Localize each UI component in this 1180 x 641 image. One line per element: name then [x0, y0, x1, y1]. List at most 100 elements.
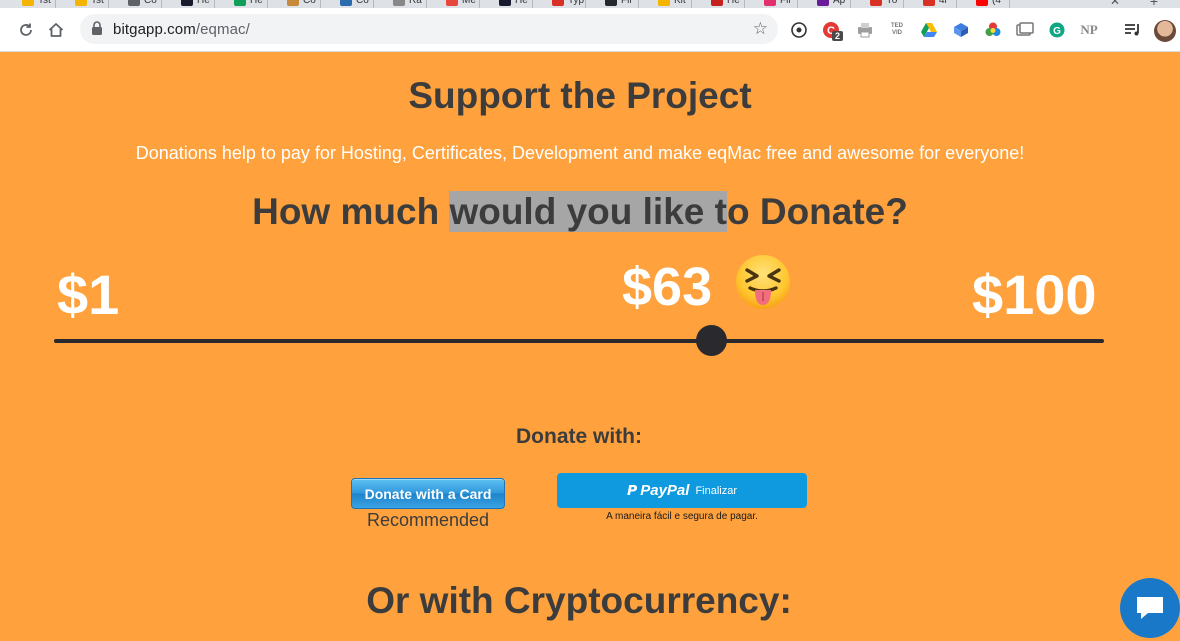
slider-current-amount: $63 — [622, 257, 713, 317]
tab-favicon — [923, 0, 935, 6]
tab-favicon — [393, 0, 405, 6]
home-button[interactable] — [46, 20, 66, 40]
extension-badge: 2 — [832, 31, 844, 41]
address-bar[interactable]: bitgapp.com/eqmac/ ☆ — [80, 14, 778, 44]
tab-title: Tst — [91, 0, 104, 6]
tab-favicon — [976, 0, 988, 6]
tab-title: Ap — [833, 0, 846, 6]
paypal-p-icon: 𝙋 — [626, 482, 638, 498]
reload-button[interactable] — [16, 20, 36, 40]
tab-title: Kit — [674, 0, 686, 6]
donation-slider-track[interactable] — [54, 339, 1104, 343]
dropbox-extension-icon[interactable] — [952, 21, 970, 39]
browser-tab[interactable]: Fil — [758, 0, 798, 8]
adblock-extension-icon[interactable]: C 2 — [822, 21, 844, 41]
tab-favicon — [499, 0, 511, 6]
home-icon — [48, 23, 64, 37]
np-extension-icon[interactable]: NP — [1078, 21, 1100, 39]
browser-tab[interactable]: Fil — [599, 0, 639, 8]
tab-title: He — [515, 0, 528, 6]
question-text-selected: would you like t — [449, 191, 727, 232]
browser-toolbar: bitgapp.com/eqmac/ ☆ C 2 TED VID G NP — [0, 8, 1180, 52]
tab-title: He — [197, 0, 210, 6]
print-extension-icon[interactable] — [856, 21, 874, 39]
paypal-logo: 𝙋 PayPal — [627, 482, 689, 499]
tab-favicon — [128, 0, 140, 6]
paypal-action-text: Finalizar — [695, 484, 738, 497]
browser-tab[interactable]: Tst — [16, 0, 56, 8]
donation-slider-thumb[interactable] — [696, 325, 728, 356]
browser-tab[interactable]: He — [705, 0, 745, 8]
record-extension-icon[interactable] — [790, 21, 808, 39]
browser-tab[interactable]: Me — [440, 0, 480, 8]
drive-extension-icon[interactable] — [920, 21, 938, 39]
browser-tab[interactable]: Co — [281, 0, 321, 8]
tab-strip: ✕ + Tst Tst Co He He Co Co Ra Me He Typ Fil Kit He Fil… — [0, 0, 1180, 8]
slider-min-label: $1 — [57, 263, 120, 326]
tab-title: Co — [356, 0, 369, 6]
color-picker-extension-icon[interactable] — [984, 21, 1002, 39]
grammarly-extension-icon[interactable]: G — [1048, 21, 1066, 39]
tab-title: Ra — [409, 0, 422, 6]
tab-title: Typ — [568, 0, 585, 6]
url-host: bitgapp.com — [113, 21, 196, 38]
tab-favicon — [658, 0, 670, 6]
window-extension-icon[interactable] — [1016, 21, 1034, 39]
browser-tab[interactable]: Tst — [69, 0, 109, 8]
tab-title: Fil — [780, 0, 791, 6]
tab-favicon — [552, 0, 564, 6]
tab-title: He — [727, 0, 740, 6]
tab-favicon — [22, 0, 34, 6]
browser-tab[interactable]: Typ — [546, 0, 586, 8]
lock-icon — [91, 21, 103, 41]
tab-favicon — [870, 0, 882, 6]
chat-bubble-icon — [1137, 597, 1163, 619]
tab-title: Tst — [38, 0, 51, 6]
bookmark-star-icon[interactable]: ☆ — [753, 19, 768, 39]
tab-favicon — [181, 0, 193, 6]
tab-title: (4 — [992, 0, 1001, 6]
ted-extension-icon[interactable]: TED VID — [888, 21, 906, 39]
page-subtitle: Donations help to pay for Hosting, Certi… — [135, 143, 1025, 163]
browser-tab[interactable]: Kit — [652, 0, 692, 8]
paypal-checkout-button[interactable]: 𝙋 PayPal Finalizar — [557, 473, 807, 508]
tab-favicon — [446, 0, 458, 6]
url-text: bitgapp.com/eqmac/ — [113, 21, 250, 38]
browser-tab[interactable]: Co — [334, 0, 374, 8]
tab-favicon — [287, 0, 299, 6]
browser-tab[interactable]: (4 — [970, 0, 1010, 8]
tab-title: Co — [303, 0, 316, 6]
donation-question: How much would you like to Donate? — [0, 191, 1160, 233]
media-queue-icon[interactable] — [1124, 21, 1142, 39]
new-tab-button[interactable]: + — [1150, 0, 1158, 8]
browser-tab[interactable]: Ra — [387, 0, 427, 8]
tab-favicon — [75, 0, 87, 6]
chat-button[interactable] — [1120, 578, 1180, 638]
close-tab-icon[interactable]: ✕ — [1110, 0, 1120, 8]
crypto-heading: Or with Cryptocurrency: — [366, 580, 792, 621]
tab-title: Yo — [886, 0, 898, 6]
browser-tab[interactable]: Co — [122, 0, 162, 8]
profile-avatar[interactable] — [1154, 20, 1176, 42]
url-path: /eqmac/ — [195, 21, 250, 38]
browser-tab[interactable]: He — [175, 0, 215, 8]
tab-favicon — [817, 0, 829, 6]
browser-tab[interactable]: He — [493, 0, 533, 8]
tab-favicon — [340, 0, 352, 6]
browser-tab[interactable]: He — [228, 0, 268, 8]
browser-tab[interactable]: Yo — [864, 0, 904, 8]
tab-title: Co — [144, 0, 157, 6]
donate-with-card-button[interactable]: Donate with a Card — [351, 478, 505, 509]
slider-max-label: $100 — [972, 263, 1097, 326]
browser-tab[interactable]: Ap — [811, 0, 851, 8]
squinting-face-with-tongue-icon — [734, 253, 792, 311]
donate-with-heading: Donate with: — [516, 425, 642, 448]
question-text-post: o Donate? — [726, 191, 908, 232]
page-title: Support the Project — [408, 75, 752, 116]
tab-favicon — [605, 0, 617, 6]
recommended-label: Recommended — [366, 510, 490, 530]
browser-tab[interactable]: 4i — [917, 0, 957, 8]
tab-title: Fil — [621, 0, 632, 6]
tab-favicon — [234, 0, 246, 6]
tab-title: He — [250, 0, 263, 6]
